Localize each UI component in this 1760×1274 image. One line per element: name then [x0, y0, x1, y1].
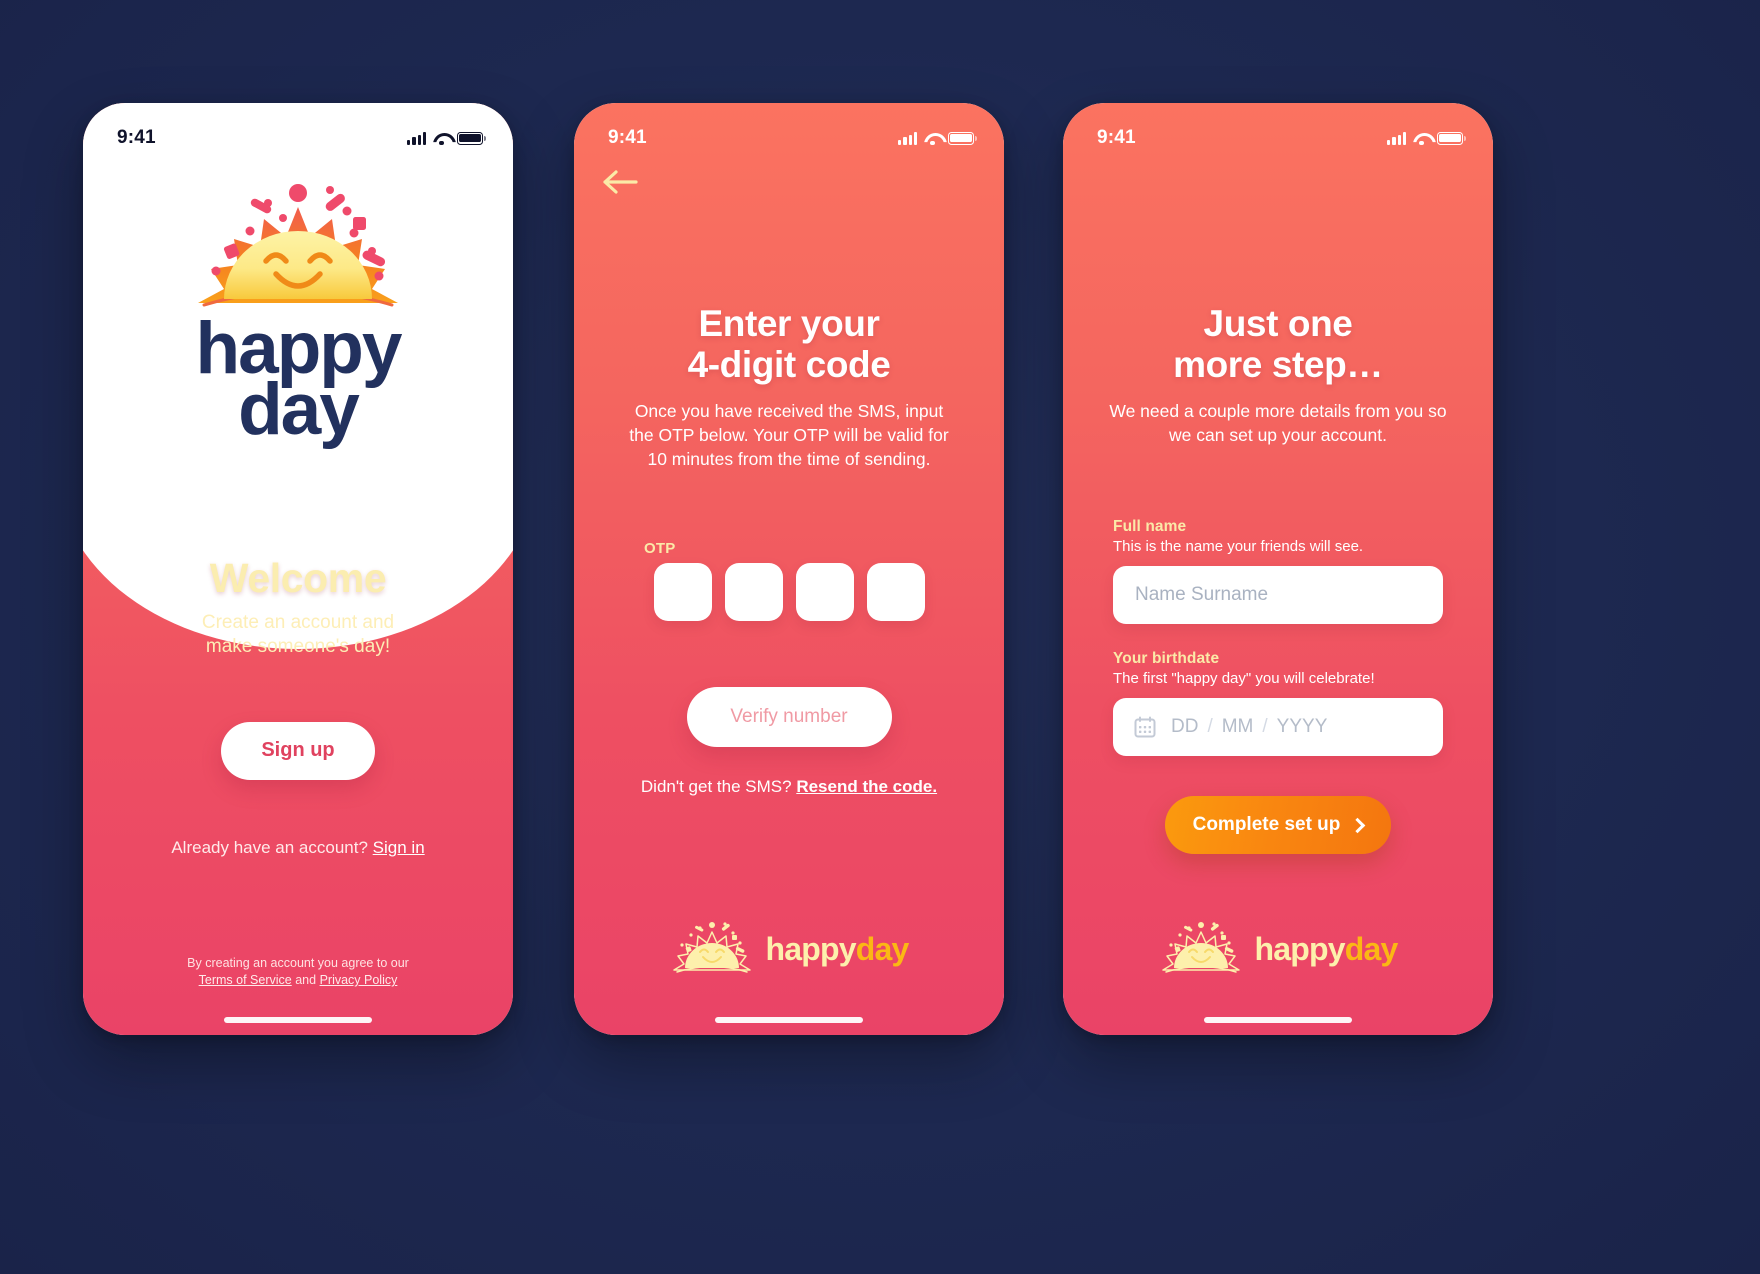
otp-title-line1: Enter your	[698, 303, 880, 344]
sign-up-button[interactable]: Sign up	[221, 721, 375, 780]
battery-full-icon	[948, 131, 977, 145]
phone-mockup-details: 9:41 Just one more step… We need a coupl…	[1063, 103, 1493, 1035]
terms-line-1: By creating an account you agree to our	[187, 956, 409, 971]
page-title: Enter your 4-digit code	[574, 303, 1004, 386]
otp-form: OTP Verify number Didn't get the SMS? Re…	[574, 540, 1004, 797]
otp-digit-4[interactable]	[866, 563, 925, 621]
screenshot-canvas: 9:41 happy day Welcome Create an account…	[0, 0, 1760, 1274]
date-year-placeholder[interactable]: YYYY	[1277, 716, 1328, 738]
sign-in-link[interactable]: Sign in	[373, 838, 425, 857]
arrow-left-icon[interactable]	[598, 165, 644, 199]
terms-and-text: and	[295, 973, 317, 988]
verify-number-button[interactable]: Verify number	[686, 687, 892, 747]
footer-brand-day: day	[1344, 930, 1399, 967]
wifi-icon	[433, 132, 450, 146]
brand-logo: happy day	[83, 181, 513, 446]
page-title: Welcome	[209, 555, 387, 601]
battery-full-icon	[1437, 131, 1466, 145]
terms-disclaimer: By creating an account you agree to our …	[83, 955, 513, 989]
footer-wordmark: happyday	[765, 930, 910, 968]
welcome-subtitle: Create an account and make someone's day…	[202, 611, 394, 660]
chevron-right-icon	[1350, 817, 1366, 834]
sun-smiling-icon	[198, 184, 398, 307]
form-spacer	[1113, 624, 1443, 650]
resend-prompt-text: Didn't get the SMS?	[640, 777, 792, 796]
details-form: Full name This is the name your friends …	[1113, 518, 1443, 854]
otp-header: Enter your 4-digit code Once you have re…	[574, 303, 1004, 471]
full-name-hint: This is the name your friends will see.	[1113, 538, 1364, 555]
otp-field-label: OTP	[644, 540, 676, 557]
otp-digit-3[interactable]	[795, 563, 854, 621]
wifi-icon	[924, 132, 941, 146]
footer-brand-logo: happyday	[1063, 921, 1493, 977]
date-day-placeholder[interactable]: DD	[1171, 716, 1198, 738]
details-title-line2: more step…	[1173, 344, 1383, 386]
status-icons	[1387, 131, 1466, 146]
terms-line-2: Terms of Service and Privacy Policy	[83, 972, 513, 989]
details-header: Just one more step… We need a couple mor…	[1063, 303, 1493, 447]
phone-mockup-welcome: 9:41 happy day Welcome Create an account…	[83, 103, 513, 1035]
sun-smiling-outline-icon	[672, 922, 751, 973]
complete-setup-button[interactable]: Complete set up	[1165, 796, 1391, 854]
privacy-policy-link[interactable]: Privacy Policy	[320, 973, 398, 987]
sign-in-prompt-text: Already have an account?	[171, 837, 368, 857]
cellular-signal-icon	[1387, 131, 1406, 145]
footer-brand-happy: happy	[1254, 930, 1346, 967]
sign-in-prompt: Already have an account? Sign in	[171, 838, 424, 858]
full-name-label: Full name	[1113, 518, 1187, 535]
cellular-signal-icon	[898, 131, 917, 145]
footer-brand-happy: happy	[765, 930, 857, 967]
otp-input-group	[653, 563, 925, 621]
welcome-subtitle-line1: Create an account and	[201, 612, 395, 633]
brand-wordmark: happy day	[196, 312, 403, 446]
status-icons	[898, 131, 977, 146]
status-time: 9:41	[117, 127, 156, 148]
date-placeholder-group: DD / MM / YYYY	[1171, 716, 1327, 738]
date-month-placeholder[interactable]: MM	[1222, 716, 1254, 738]
status-time: 9:41	[1097, 127, 1136, 148]
phone-mockup-otp: 9:41 Enter your 4-digit code Once you ha…	[574, 103, 1004, 1035]
terms-of-service-link[interactable]: Terms of Service	[199, 973, 292, 987]
footer-brand-logo: happyday	[574, 921, 1004, 977]
home-indicator[interactable]	[1204, 1017, 1352, 1023]
status-bar: 9:41	[574, 103, 1004, 159]
welcome-subtitle-line2: make someone's day!	[205, 636, 391, 658]
status-time: 9:41	[608, 127, 647, 148]
full-name-input[interactable]	[1113, 566, 1443, 624]
cellular-signal-icon	[407, 131, 426, 145]
complete-setup-label: Complete set up	[1192, 814, 1341, 835]
wifi-icon	[1413, 132, 1430, 146]
birthdate-hint: The first "happy day" you will celebrate…	[1113, 670, 1375, 687]
footer-wordmark: happyday	[1254, 930, 1399, 968]
sun-smiling-outline-icon	[1161, 922, 1240, 973]
otp-description: Once you have received the SMS, input th…	[629, 400, 949, 470]
otp-digit-1[interactable]	[653, 563, 712, 621]
birthdate-label: Your birthdate	[1113, 650, 1220, 667]
date-separator-1: /	[1207, 716, 1213, 737]
birthdate-input[interactable]: DD / MM / YYYY	[1113, 698, 1443, 756]
home-indicator[interactable]	[224, 1017, 372, 1023]
resend-code-link[interactable]: Resend the code.	[796, 777, 937, 796]
status-icons	[407, 131, 486, 146]
details-title-line1: Just one	[1203, 303, 1353, 344]
status-bar: 9:41	[83, 103, 513, 159]
otp-digit-2[interactable]	[724, 563, 783, 621]
details-description: We need a couple more details from you s…	[1109, 400, 1447, 446]
otp-title-line2: 4-digit code	[687, 344, 891, 386]
calendar-icon	[1134, 716, 1156, 738]
date-separator-2: /	[1262, 716, 1268, 737]
status-bar: 9:41	[1063, 103, 1493, 159]
footer-brand-day: day	[855, 930, 910, 967]
page-title: Just one more step…	[1063, 303, 1493, 386]
home-indicator[interactable]	[715, 1017, 863, 1023]
resend-prompt: Didn't get the SMS? Resend the code.	[641, 777, 937, 797]
battery-full-icon	[457, 131, 486, 145]
